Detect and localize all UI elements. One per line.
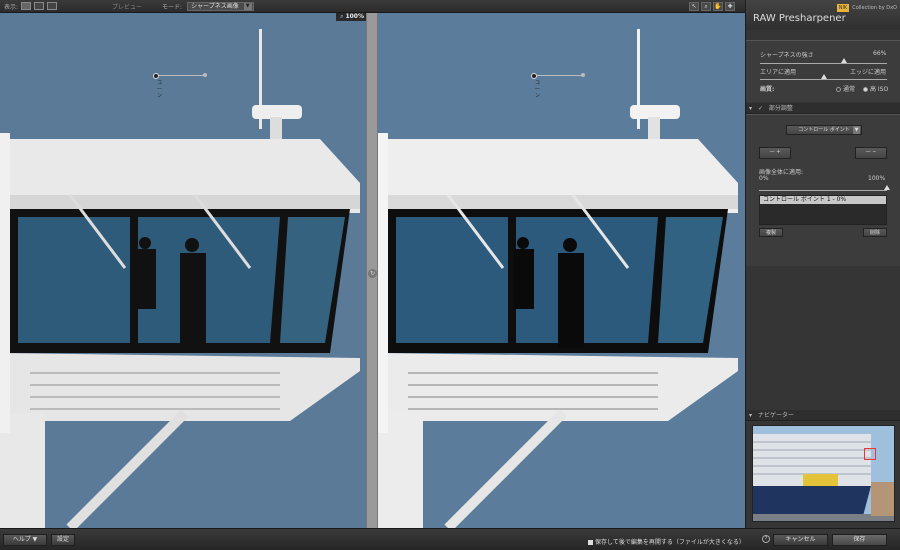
chevron-down-icon: ▼ — [853, 126, 860, 134]
panel-header: NIK Collection by DxO RAW Presharpener — [746, 0, 900, 30]
save-button[interactable]: 保存 — [832, 534, 887, 546]
info-icon[interactable]: ? — [762, 535, 770, 543]
navigator-thumbnail[interactable] — [752, 425, 895, 522]
brand: NIK Collection by DxO — [836, 4, 897, 12]
navigator-viewport[interactable] — [864, 448, 876, 460]
split-view-button[interactable] — [34, 2, 45, 10]
radio-icon — [836, 87, 841, 92]
control-point-size-handle[interactable] — [203, 73, 207, 77]
split-divider[interactable]: ↻ — [366, 13, 378, 528]
global-settings-section: シャープネスの強さ 66% エリアに適用 エッジに適用 画質: 通常 高 ISO — [746, 40, 900, 102]
enable-checkbox-icon[interactable]: ✓ — [758, 105, 763, 112]
checkbox-checked-icon[interactable] — [588, 540, 593, 545]
ship-thumbnail-image — [753, 426, 894, 521]
top-toolbar: 表示: プレビュー モード: シャープネス画像 ▼ ↖ ⌕ ✋ ✚ — [0, 0, 745, 13]
filter-title: RAW Presharpener — [753, 13, 846, 24]
sharpness-value: 66% — [873, 50, 887, 57]
edge-label: エッジに適用 — [850, 69, 887, 76]
preview-toggle[interactable]: プレビュー — [112, 2, 142, 11]
control-point-dropdown[interactable]: コントロール ポイント ▼ — [786, 125, 862, 135]
view-label: 表示: — [4, 3, 19, 11]
control-point-size-handle[interactable] — [581, 73, 585, 77]
area-edge-slider-thumb[interactable] — [820, 74, 827, 79]
mode-label: モード: — [162, 3, 183, 11]
delete-button[interactable]: 削除 — [863, 228, 887, 237]
cancel-button[interactable]: キャンセル — [773, 534, 828, 546]
apply-whole-slider-thumb[interactable] — [884, 185, 890, 190]
quality-normal-radio[interactable]: 通常 — [836, 84, 855, 93]
sharpness-slider-thumb[interactable] — [840, 58, 847, 63]
pointer-tool-icon[interactable]: ↖ — [689, 2, 699, 11]
control-point-label: コ—ン — [535, 80, 541, 99]
hand-tool-icon[interactable]: ✋ — [713, 2, 723, 11]
sharpness-label: シャープネスの強さ — [760, 52, 814, 59]
control-point-dropdown-label: コントロール ポイント — [798, 127, 850, 133]
sharpness-slider[interactable] — [760, 63, 887, 64]
area-edge-slider[interactable] — [760, 79, 887, 80]
control-point-label: コ—ン — [157, 80, 163, 99]
quality-label: 画質: — [760, 86, 775, 93]
collapse-icon[interactable]: ▾ — [749, 105, 752, 112]
apply-whole-slider[interactable] — [759, 190, 887, 191]
save-for-later-checkbox[interactable]: 保存して後で編集を再開する（ファイルが大きくなる） — [588, 537, 745, 546]
brand-text: Collection by DxO — [852, 5, 897, 11]
color-picker-icon[interactable]: ✚ — [725, 2, 735, 11]
partial-adjust-section: コントロール ポイント ▼ — + — − 画像全体に適用: 0% 100% コ… — [746, 114, 900, 266]
control-point-size-slider[interactable] — [159, 75, 205, 76]
side-by-side-view-button[interactable] — [47, 2, 58, 10]
zoom-icon: ⌕ — [340, 13, 344, 20]
zoom-level: 100% — [345, 13, 364, 20]
area-label: エリアに適用 — [760, 69, 797, 76]
navigator-title: ナビゲーター — [757, 412, 794, 419]
apply-min-label: 0% — [759, 175, 769, 182]
apply-max-label: 100% — [868, 175, 886, 182]
bottom-bar: ヘルプ ▼ 設定 保存して後で編集を再開する（ファイルが大きくなる） ? キャン… — [0, 528, 900, 550]
control-point-list[interactable]: コントロール ポイント 1 - 0% — [759, 195, 887, 225]
preview-before-pane[interactable]: コ—ン — [0, 13, 366, 528]
remove-control-point-button[interactable]: — − — [855, 147, 887, 159]
ship-bridge-image — [0, 13, 366, 528]
control-point-list-item[interactable]: コントロール ポイント 1 - 0% — [760, 196, 886, 204]
help-button[interactable]: ヘルプ ▼ — [3, 534, 47, 546]
quality-high-iso-radio[interactable]: 高 ISO — [863, 84, 888, 93]
brand-logo: NIK — [836, 4, 850, 12]
radio-selected-icon — [863, 87, 868, 92]
ship-bridge-image-sharpened — [378, 13, 745, 528]
zoom-tool-icon[interactable]: ⌕ — [701, 2, 711, 11]
save-note-label: 保存して後で編集を再開する（ファイルが大きくなる） — [595, 539, 745, 546]
single-view-button[interactable] — [21, 2, 32, 10]
quality-normal-label: 通常 — [843, 86, 856, 93]
mode-select-value: シャープネス画像 — [191, 2, 239, 10]
app-window: 表示: プレビュー モード: シャープネス画像 ▼ ↖ ⌕ ✋ ✚ コ—ン ⌕ … — [0, 0, 900, 550]
collapse-icon[interactable]: ▾ — [749, 412, 752, 419]
add-control-point-button[interactable]: — + — [759, 147, 791, 159]
settings-button[interactable]: 設定 — [51, 534, 75, 546]
partial-adjust-header[interactable]: ▾ ✓ 部分調整 — [746, 103, 900, 114]
control-point-size-slider[interactable] — [537, 75, 583, 76]
control-panel: NIK Collection by DxO RAW Presharpener シ… — [745, 0, 900, 528]
zoom-tools: ↖ ⌕ ✋ ✚ — [689, 2, 735, 11]
navigator-header[interactable]: ▾ ナビゲーター — [746, 410, 900, 421]
quality-high-iso-label: 高 ISO — [870, 86, 889, 93]
chevron-down-icon: ▼ — [243, 2, 252, 10]
partial-adjust-title: 部分調整 — [768, 105, 793, 112]
preview-after-pane[interactable]: コ—ン — [378, 13, 745, 528]
sync-icon[interactable]: ↻ — [368, 269, 377, 278]
mode-select[interactable]: シャープネス画像 ▼ — [187, 1, 254, 11]
zoom-indicator: ⌕ 100% — [336, 13, 366, 21]
copy-button[interactable]: 複製 — [759, 228, 783, 237]
